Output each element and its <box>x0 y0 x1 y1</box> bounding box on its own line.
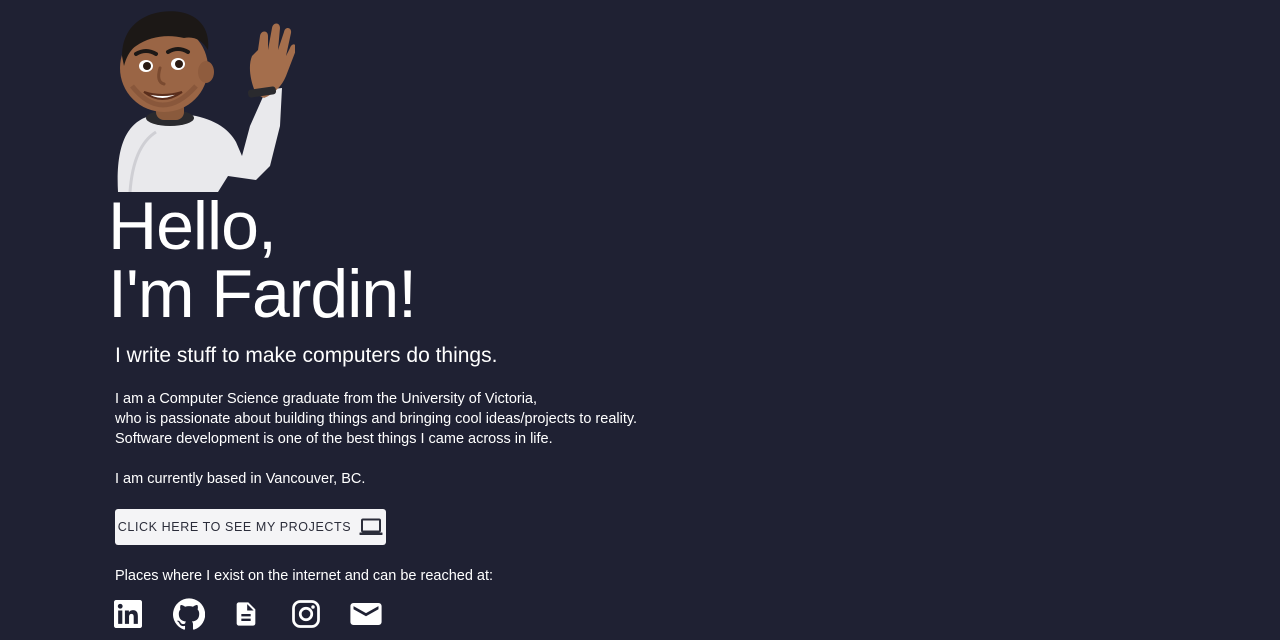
linkedin-icon <box>114 600 142 628</box>
social-links <box>114 598 409 630</box>
github-icon <box>173 598 205 630</box>
instagram-link[interactable] <box>291 598 350 630</box>
bio-line: I am a Computer Science graduate from th… <box>115 391 538 407</box>
page: Hello, I'm Fardin! I write stuff to make… <box>0 0 1280 640</box>
resume-document-icon <box>236 602 256 626</box>
waving-avatar-image <box>117 11 295 192</box>
github-link[interactable] <box>173 598 232 630</box>
greeting-line-name: I'm Fardin! <box>108 256 417 332</box>
socials-intro: Places where I exist on the internet and… <box>115 568 494 584</box>
email-icon <box>350 602 382 626</box>
see-projects-button-label: CLICK HERE TO SEE MY PROJECTS <box>117 520 352 534</box>
resume-link[interactable] <box>232 598 291 630</box>
bio-location: I am currently based in Vancouver, BC. <box>115 471 366 487</box>
laptop-icon <box>359 518 383 535</box>
bio-line: who is passionate about building things … <box>115 411 638 427</box>
email-link[interactable] <box>350 598 409 630</box>
tagline: I write stuff to make computers do thing… <box>115 344 498 367</box>
linkedin-link[interactable] <box>114 598 173 630</box>
greeting-line-hello: Hello, <box>108 188 277 264</box>
see-projects-button[interactable]: CLICK HERE TO SEE MY PROJECTS <box>115 509 386 545</box>
bio-section: I am a Computer Science graduate from th… <box>115 389 637 489</box>
page-title: Hello, I'm Fardin! <box>108 188 417 332</box>
bio-line: Software development is one of the best … <box>115 431 553 447</box>
instagram-icon <box>292 600 320 628</box>
